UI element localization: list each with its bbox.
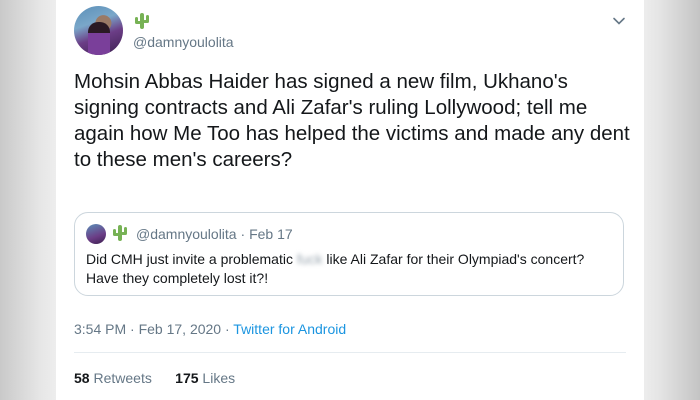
quoted-avatar — [86, 224, 106, 244]
source-link[interactable]: Twitter for Android — [233, 321, 346, 337]
quoted-date-separator: · — [236, 226, 250, 242]
quoted-meta: @damnyoulolita · Feb 17 — [136, 226, 293, 242]
tweet-card: @damnyoulolita Mohsin Abbas Haider has s… — [56, 0, 644, 400]
avatar-figure — [88, 22, 110, 55]
divider — [74, 352, 626, 353]
likes-count: 175 — [175, 370, 199, 386]
author-handle[interactable]: @damnyoulolita — [133, 34, 234, 50]
quoted-text-before: Did CMH just invite a problematic — [86, 251, 297, 267]
retweets-count: 58 — [74, 370, 90, 386]
quoted-text-blurred-word: fuck — [296, 251, 323, 267]
cactus-icon — [113, 225, 127, 241]
tweet-meta: 3:54 PM · Feb 17, 2020 · Twitter for And… — [74, 321, 346, 337]
avatar[interactable] — [74, 6, 123, 55]
quoted-date: Feb 17 — [249, 226, 293, 242]
meta-separator: · — [221, 321, 234, 337]
retweets-label: Retweets — [93, 370, 152, 386]
engagement-stats: 58 Retweets 175 Likes — [74, 370, 235, 386]
tweet-body: Mohsin Abbas Haider has signed a new fil… — [74, 70, 630, 171]
retweets-stat[interactable]: 58 Retweets — [74, 370, 152, 386]
likes-stat[interactable]: 175 Likes — [175, 370, 235, 386]
quoted-tweet[interactable]: @damnyoulolita · Feb 17 Did CMH just inv… — [74, 212, 624, 296]
cactus-icon — [135, 13, 149, 29]
quoted-handle: @damnyoulolita — [136, 226, 237, 242]
quoted-text: Did CMH just invite a problematic fuck l… — [86, 250, 616, 288]
chevron-down-icon[interactable] — [612, 14, 626, 28]
likes-label: Likes — [202, 370, 236, 386]
timestamp[interactable]: 3:54 PM · Feb 17, 2020 — [74, 321, 221, 337]
